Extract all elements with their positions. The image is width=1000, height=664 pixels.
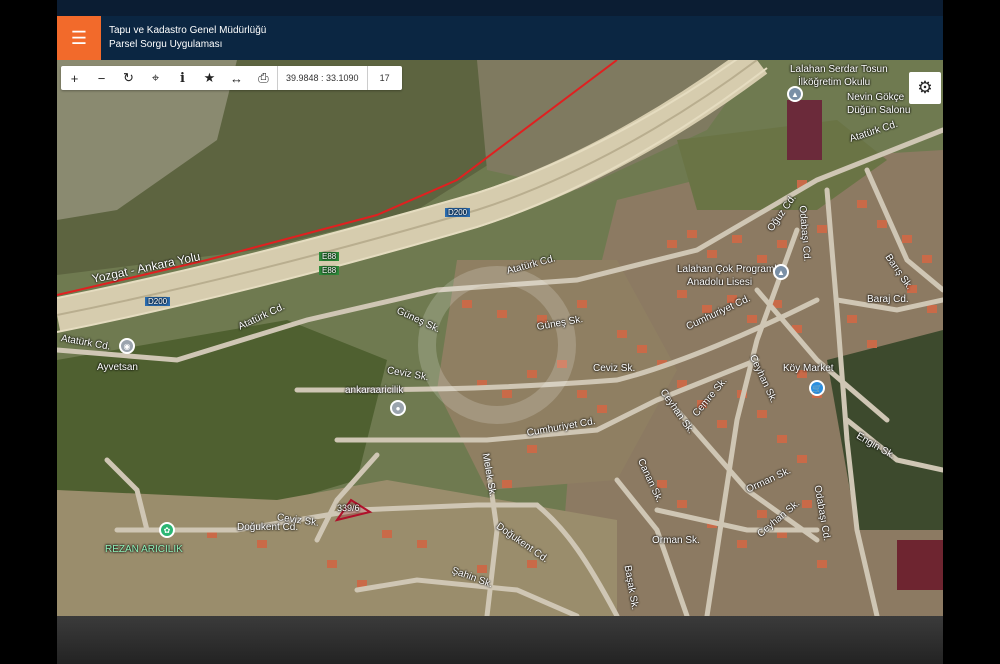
place-label: Düğün Salonu bbox=[847, 105, 911, 116]
place-label: Nevin Gökçe bbox=[847, 92, 905, 103]
camera-icon[interactable]: ◉ bbox=[119, 338, 135, 354]
app-frame: ☰ Tapu ve Kadastro Genel Müdürlüğü Parse… bbox=[57, 0, 943, 664]
road-badge: D200 bbox=[445, 208, 471, 217]
menu-button[interactable]: ☰ bbox=[57, 16, 101, 60]
print-icon: ⎙ bbox=[258, 70, 269, 85]
place-label: ankaraaricilik bbox=[345, 385, 404, 396]
place-label: REZAN ARICILIK bbox=[105, 544, 183, 555]
place-label: İlköğretim Okulu bbox=[798, 77, 871, 88]
school-icon[interactable]: ▲ bbox=[773, 264, 789, 280]
refresh-button[interactable]: ↻ bbox=[115, 66, 142, 90]
map-view[interactable]: + − ↻ ⌖ i ★ ↔ ⎙ 39.9848 : 33.1090 17 ⚙ Y… bbox=[57, 60, 943, 616]
minus-icon: − bbox=[97, 70, 106, 86]
print-button[interactable]: ⎙ bbox=[250, 66, 277, 90]
gear-icon: ⚙ bbox=[917, 78, 933, 97]
locate-button[interactable]: ⌖ bbox=[142, 66, 169, 90]
location-icon[interactable]: ● bbox=[390, 400, 406, 416]
flower-icon[interactable]: ✿ bbox=[159, 522, 175, 538]
street-label: Baraj Cd. bbox=[867, 294, 909, 305]
zoom-out-button[interactable]: − bbox=[88, 66, 115, 90]
road-badge: E88 bbox=[319, 266, 340, 275]
plus-icon: + bbox=[70, 70, 79, 86]
place-label: Ayvetsan bbox=[97, 362, 138, 373]
map-toolbar: + − ↻ ⌖ i ★ ↔ ⎙ 39.9848 : 33.1090 17 bbox=[61, 66, 402, 90]
road-badge: D200 bbox=[145, 297, 171, 306]
arrows-horizontal-icon: ↔ bbox=[230, 70, 243, 86]
settings-button[interactable]: ⚙ bbox=[909, 72, 941, 104]
refresh-icon: ↻ bbox=[123, 70, 134, 85]
info-icon: i bbox=[180, 70, 185, 86]
zoom-level-display: 17 bbox=[366, 66, 402, 90]
app-title: Tapu ve Kadastro Genel Müdürlüğü Parsel … bbox=[109, 24, 266, 52]
place-label: Lalahan Çok Programlı bbox=[677, 264, 780, 275]
shopping-cart-icon[interactable]: 🛒 bbox=[809, 380, 825, 396]
favorite-button[interactable]: ★ bbox=[196, 66, 223, 90]
top-strip bbox=[57, 0, 943, 16]
place-label: Anadolu Lisesi bbox=[687, 277, 753, 288]
info-button[interactable]: i bbox=[169, 66, 196, 90]
star-icon: ★ bbox=[203, 70, 216, 85]
street-label: Orman Sk. bbox=[652, 535, 700, 546]
street-label: Ceviz Sk. bbox=[593, 363, 636, 374]
crosshair-icon: ⌖ bbox=[151, 70, 160, 85]
parcel-label: 339/6 bbox=[337, 503, 360, 513]
zoom-in-button[interactable]: + bbox=[61, 66, 88, 90]
place-label: Köy Market bbox=[783, 363, 834, 374]
coordinates-display: 39.9848 : 33.1090 bbox=[277, 66, 367, 90]
road-badge: E88 bbox=[319, 252, 340, 261]
app-title-line1: Tapu ve Kadastro Genel Müdürlüğü bbox=[109, 25, 267, 36]
app-title-line2: Parsel Sorgu Uygulaması bbox=[109, 39, 223, 50]
street-label: Doğukent Cd. bbox=[237, 522, 299, 533]
footer-bar bbox=[57, 616, 943, 664]
app-header: ☰ Tapu ve Kadastro Genel Müdürlüğü Parse… bbox=[57, 16, 943, 60]
school-icon[interactable]: ▲ bbox=[787, 86, 803, 102]
hamburger-icon: ☰ bbox=[70, 27, 88, 48]
measure-button[interactable]: ↔ bbox=[223, 66, 250, 90]
place-label: Lalahan Serdar Tosun bbox=[790, 64, 888, 75]
